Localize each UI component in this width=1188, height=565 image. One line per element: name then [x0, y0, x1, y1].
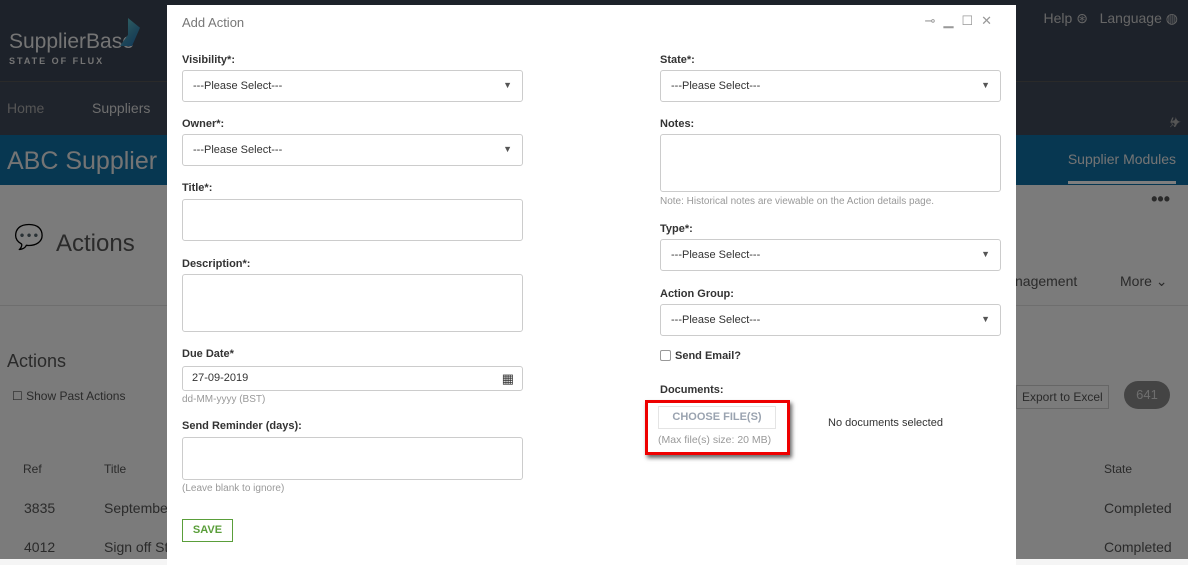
maximize-icon[interactable]: ☐ [961, 13, 981, 28]
title-input[interactable] [182, 199, 523, 241]
type-select[interactable]: ---Please Select--- [660, 239, 1001, 271]
checkbox-box[interactable] [660, 350, 671, 361]
due-date-input[interactable]: 27-09-2019 ▦ [182, 366, 523, 391]
state-select[interactable]: ---Please Select--- [660, 70, 1001, 102]
documents-label: Documents: [660, 384, 724, 396]
visibility-label: Visibility*: [182, 54, 235, 66]
dialog-title: Add Action [182, 15, 245, 30]
minimize-icon[interactable]: ▁ [943, 13, 961, 28]
title-label: Title*: [182, 182, 213, 194]
notes-textarea[interactable] [660, 134, 1001, 192]
owner-label: Owner*: [182, 118, 225, 130]
send-email-checkbox[interactable]: Send Email? [660, 350, 741, 362]
owner-select[interactable]: ---Please Select--- [182, 134, 523, 166]
state-label: State*: [660, 54, 695, 66]
action-group-select[interactable]: ---Please Select--- [660, 304, 1001, 336]
due-date-hint: dd-MM-yyyy (BST) [182, 394, 266, 405]
description-textarea[interactable] [182, 274, 523, 332]
reminder-label: Send Reminder (days): [182, 420, 302, 432]
file-upload-highlight: CHOOSE FILE(S) (Max file(s) size: 20 MB) [645, 400, 790, 455]
choose-files-button[interactable]: CHOOSE FILE(S) [658, 406, 776, 429]
action-group-label: Action Group: [660, 288, 734, 300]
visibility-select[interactable]: ---Please Select--- [182, 70, 523, 102]
notes-label: Notes: [660, 118, 695, 130]
description-label: Description*: [182, 258, 251, 270]
documents-status: No documents selected [828, 417, 943, 429]
save-button[interactable]: SAVE [182, 519, 233, 542]
notes-hint: Note: Historical notes are viewable on t… [660, 196, 935, 207]
calendar-icon[interactable]: ▦ [502, 371, 514, 387]
due-date-label: Due Date* [182, 348, 234, 360]
type-label: Type*: [660, 223, 693, 235]
close-icon[interactable]: ✕ [981, 13, 1000, 28]
pin-icon[interactable]: ⊸ [925, 13, 944, 28]
add-action-dialog: Add Action ⊸▁☐✕ Visibility*: ---Please S… [167, 5, 1016, 565]
reminder-hint: (Leave blank to ignore) [182, 483, 285, 494]
max-size-hint: (Max file(s) size: 20 MB) [658, 434, 772, 446]
reminder-input[interactable] [182, 437, 523, 480]
